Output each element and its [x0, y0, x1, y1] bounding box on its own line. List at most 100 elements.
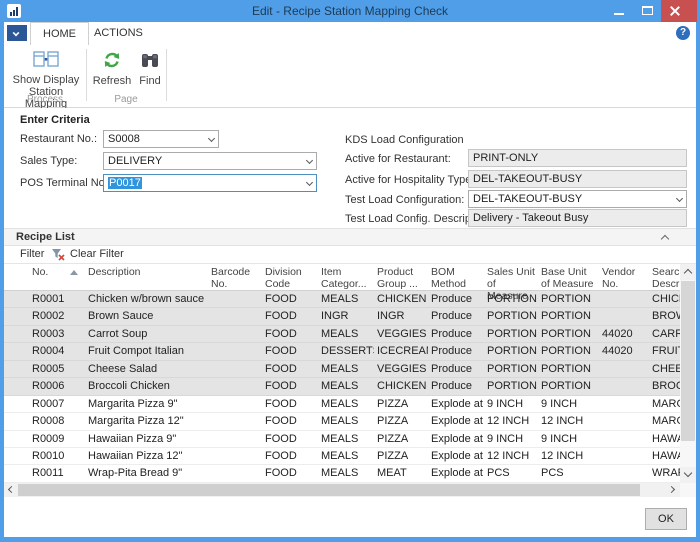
pos-terminal-no-combobox[interactable]: P0017 — [103, 174, 317, 192]
recipe-grid-body: R0001Chicken w/brown sauceFOODMEALSCHICK… — [4, 291, 680, 483]
pos-terminal-no-value: P0017 — [108, 177, 142, 189]
table-row[interactable]: R0010Hawaiian Pizza 12"FOODMEALSPIZZAExp… — [4, 448, 680, 465]
cell-vendor-no: 44020 — [594, 326, 648, 342]
column-header-item-category[interactable]: Item Categor... — [318, 264, 374, 290]
cell-barcode-no — [208, 431, 262, 447]
collapse-chevron-icon[interactable] — [661, 235, 669, 243]
refresh-button[interactable]: Refresh — [92, 48, 132, 87]
table-row[interactable]: R0004Fruit Compot ItalianFOODDESSERTSICE… — [4, 343, 680, 360]
cell-sales-unit-of-measure: PORTION — [484, 326, 538, 342]
active-for-restaurant-label: Active for Restaurant: — [345, 151, 451, 168]
cell-base-unit-of-measure: PORTION — [538, 291, 594, 307]
cell-base-unit-of-measure: PORTION — [538, 343, 594, 359]
chevron-down-icon[interactable] — [676, 196, 683, 203]
tab-home[interactable]: HOME — [30, 22, 89, 45]
cell-bom-method: Explode at ... — [428, 413, 484, 429]
cell-division-code: FOOD — [262, 396, 318, 412]
column-header-division-code[interactable]: Division Code — [262, 264, 318, 290]
application-menu-button[interactable] — [7, 25, 27, 41]
app-window: Edit - Recipe Station Mapping Check HOME… — [0, 0, 700, 542]
test-load-configuration-combobox[interactable]: DEL-TAKEOUT-BUSY — [468, 190, 687, 208]
cell-item-category: MEALS — [318, 378, 374, 394]
cell-sales-unit-of-measure: PORTION — [484, 361, 538, 377]
column-header-description[interactable]: Description — [86, 264, 208, 278]
cell-no: R0006 — [4, 378, 86, 394]
cell-description: Carrot Soup — [86, 326, 208, 342]
find-button[interactable]: Find — [130, 48, 170, 87]
column-header-base-unit-of-measure[interactable]: Base Unit of Measure — [538, 264, 594, 290]
column-header-product-group[interactable]: Product Group ... — [374, 264, 428, 290]
table-row[interactable]: R0011Wrap-Pita Bread 9"FOODMEALSMEATExpl… — [4, 465, 680, 482]
recipe-list-section-header[interactable]: Recipe List — [4, 228, 696, 246]
table-row[interactable]: R0002Brown SauceFOODINGRINGRProducePORTI… — [4, 308, 680, 325]
chevron-down-icon[interactable] — [306, 158, 313, 165]
table-row[interactable]: R0001Chicken w/brown sauceFOODMEALSCHICK… — [4, 291, 680, 308]
cell-product-group: PIZZA — [374, 413, 428, 429]
horizontal-scrollbar-thumb[interactable] — [18, 484, 640, 496]
ribbon-group-page-label: Page — [86, 94, 166, 105]
cell-sales-unit-of-measure: PORTION — [484, 378, 538, 394]
table-row[interactable]: R0005Cheese SaladFOODMEALSVEGGIESProduce… — [4, 361, 680, 378]
cell-vendor-no — [594, 465, 648, 481]
column-header-search-description[interactable]: Search Descri... — [648, 264, 680, 290]
vertical-scrollbar[interactable] — [680, 264, 696, 483]
cell-bom-method: Produce — [428, 343, 484, 359]
ok-button[interactable]: OK — [645, 508, 687, 530]
scroll-left-icon[interactable] — [4, 483, 18, 497]
minimize-button[interactable] — [608, 0, 630, 22]
cell-search-description: FRUIT — [648, 343, 680, 359]
cell-division-code: FOOD — [262, 413, 318, 429]
cell-product-group: VEGGIES — [374, 361, 428, 377]
cell-vendor-no — [594, 396, 648, 412]
table-row[interactable]: R0007Margarita Pizza 9"FOODMEALSPIZZAExp… — [4, 396, 680, 413]
maximize-button[interactable] — [636, 0, 658, 22]
restaurant-no-combobox[interactable]: S0008 — [103, 130, 219, 148]
table-row[interactable]: R0003Carrot SoupFOODMEALSVEGGIESProduceP… — [4, 326, 680, 343]
clear-filter-button[interactable]: Clear Filter — [70, 248, 124, 260]
tab-actions[interactable]: ACTIONS — [82, 22, 155, 45]
footer-bar: OK — [4, 497, 696, 537]
cell-description: Hawaiian Pizza 12" — [86, 448, 208, 464]
column-header-bom-method[interactable]: BOM Method — [428, 264, 484, 290]
restaurant-no-label: Restaurant No.: — [20, 131, 97, 148]
chevron-down-icon[interactable] — [208, 136, 215, 143]
cell-barcode-no — [208, 343, 262, 359]
cell-division-code: FOOD — [262, 465, 318, 481]
cell-vendor-no — [594, 291, 648, 307]
close-button[interactable] — [661, 0, 697, 22]
cell-base-unit-of-measure: 9 INCH — [538, 396, 594, 412]
cell-bom-method: Produce — [428, 291, 484, 307]
cell-sales-unit-of-measure: PORTION — [484, 308, 538, 324]
cell-product-group: CHICKEN — [374, 378, 428, 394]
cell-sales-unit-of-measure: PCS — [484, 465, 538, 481]
filter-button[interactable]: Filter — [20, 248, 44, 260]
active-for-restaurant-field: PRINT-ONLY — [468, 149, 687, 167]
chevron-down-icon[interactable] — [306, 180, 313, 187]
scroll-down-icon[interactable] — [680, 467, 696, 483]
cell-division-code: FOOD — [262, 291, 318, 307]
table-row[interactable]: R0006Broccoli ChickenFOODMEALSCHICKENPro… — [4, 378, 680, 395]
horizontal-scrollbar[interactable] — [4, 483, 680, 497]
cell-base-unit-of-measure: 9 INCH — [538, 431, 594, 447]
criteria-zone: Enter Criteria Restaurant No.: S0008 Sal… — [4, 108, 696, 228]
cell-no: R0011 — [4, 465, 86, 481]
cell-item-category: MEALS — [318, 431, 374, 447]
cell-base-unit-of-measure: 12 INCH — [538, 448, 594, 464]
column-header-barcode-no[interactable]: Barcode No. — [208, 264, 262, 290]
cell-no: R0009 — [4, 431, 86, 447]
ribbon-separator — [166, 49, 167, 101]
table-row[interactable]: R0008Margarita Pizza 12"FOODMEALSPIZZAEx… — [4, 413, 680, 430]
cell-item-category: MEALS — [318, 326, 374, 342]
help-icon[interactable]: ? — [676, 26, 690, 40]
vertical-scrollbar-thumb[interactable] — [681, 281, 695, 441]
column-header-vendor-no[interactable]: Vendor No. — [594, 264, 648, 290]
column-header-no[interactable]: No. — [4, 264, 86, 278]
table-row[interactable]: R0009Hawaiian Pizza 9"FOODMEALSPIZZAExpl… — [4, 431, 680, 448]
cell-no: R0004 — [4, 343, 86, 359]
ribbon-group-process-label: Process — [4, 94, 86, 105]
sales-type-combobox[interactable]: DELIVERY — [103, 152, 317, 170]
scroll-up-icon[interactable] — [680, 264, 696, 280]
scroll-right-icon[interactable] — [666, 483, 680, 497]
cell-barcode-no — [208, 396, 262, 412]
cell-description: Wrap-Pita Bread 9" — [86, 465, 208, 481]
